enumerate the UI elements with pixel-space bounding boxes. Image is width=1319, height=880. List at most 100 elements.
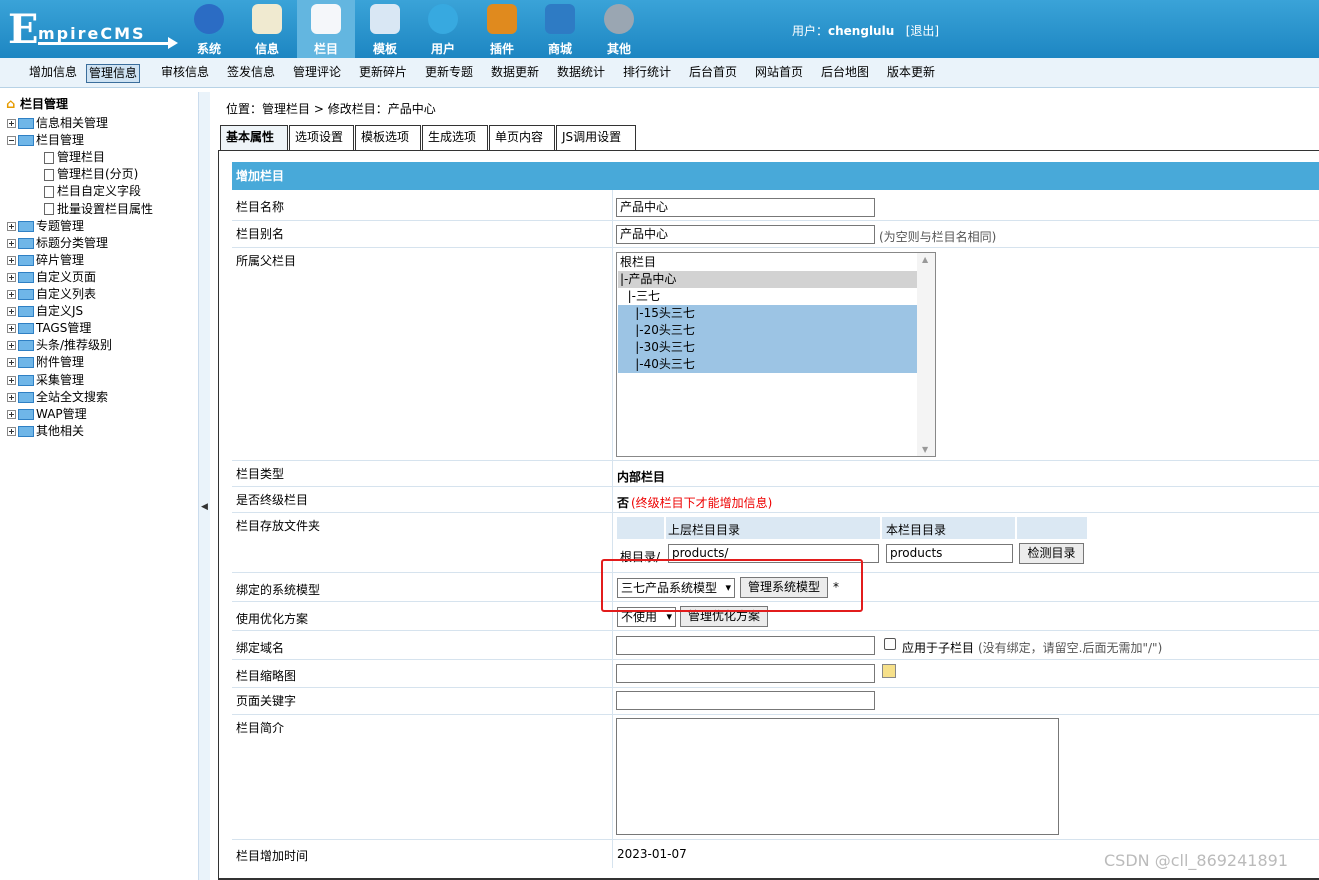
scroll-down-icon[interactable]: ▼: [922, 445, 928, 454]
parent-option-1[interactable]: |-产品中心: [618, 271, 918, 288]
window-icon: [370, 4, 400, 34]
user-prefix: 用户：: [792, 24, 829, 38]
sidebar-item-9[interactable]: 自定义页面: [7, 269, 96, 285]
thumbnail-input[interactable]: [616, 664, 875, 683]
expand-icon[interactable]: [7, 307, 16, 317]
select-image-icon[interactable]: [882, 664, 896, 678]
sidebar-item-6[interactable]: 专题管理: [7, 218, 84, 234]
sidebar-item-1[interactable]: 栏目管理: [7, 132, 84, 148]
parent-option-4[interactable]: |-20头三七: [618, 322, 918, 339]
tree-root[interactable]: ⌂ 栏目管理: [6, 96, 68, 112]
tab-4[interactable]: 单页内容: [489, 125, 555, 150]
expand-icon[interactable]: [7, 358, 16, 368]
parent-option-5[interactable]: |-30头三七: [618, 339, 918, 356]
tab-3[interactable]: 生成选项: [422, 125, 488, 150]
parent-option-2[interactable]: |-三七: [618, 288, 918, 305]
sidebar-item-label: 自定义页面: [36, 269, 97, 284]
nav-button-2[interactable]: 栏目: [297, 0, 355, 58]
tab-0[interactable]: 基本属性: [220, 125, 288, 151]
sidebar-item-10[interactable]: 自定义列表: [7, 286, 96, 302]
subnav-item-6[interactable]: 更新专题: [423, 64, 475, 83]
parent-option-0[interactable]: 根栏目: [618, 254, 918, 271]
expand-icon[interactable]: [7, 375, 16, 385]
nav-label: 用户: [430, 42, 455, 56]
sidebar-item-0[interactable]: 信息相关管理: [7, 115, 108, 131]
sidebar-splitter[interactable]: ◀: [198, 92, 210, 880]
expand-icon[interactable]: [7, 221, 16, 231]
nav-button-1[interactable]: 信息: [238, 0, 296, 58]
tools-icon: [487, 4, 517, 34]
expand-icon[interactable]: [7, 272, 16, 282]
tab-5[interactable]: JS调用设置: [556, 125, 636, 150]
final-hint: (终级栏目下才能增加信息): [631, 496, 773, 510]
nav-button-7[interactable]: 其他: [590, 0, 648, 58]
subnav-item-1[interactable]: 管理信息: [86, 64, 141, 83]
page-icon: [44, 185, 54, 198]
subnav-item-9[interactable]: 排行统计: [621, 64, 673, 83]
tab-2[interactable]: 模板选项: [355, 125, 421, 150]
expand-icon[interactable]: [7, 341, 16, 351]
category-alias-input[interactable]: 产品中心: [616, 225, 875, 244]
sidebar-item-3[interactable]: 管理栏目(分页): [44, 166, 138, 182]
subnav-item-0[interactable]: 增加信息: [27, 64, 79, 83]
sidebar-item-8[interactable]: 碎片管理: [7, 252, 84, 268]
collapse-arrow-icon[interactable]: ◀: [201, 502, 208, 512]
sidebar-item-7[interactable]: 标题分类管理: [7, 235, 108, 251]
subnav-item-13[interactable]: 版本更新: [885, 64, 937, 83]
keywords-input[interactable]: [616, 691, 875, 710]
sidebar-item-13[interactable]: 头条/推荐级别: [7, 337, 112, 353]
expand-icon[interactable]: [7, 392, 16, 402]
subnav-item-5[interactable]: 更新碎片: [357, 64, 409, 83]
self-folder-input[interactable]: products: [886, 544, 1013, 563]
listbox-scrollbar[interactable]: ▲ ▼: [917, 253, 935, 456]
collapse-icon[interactable]: [7, 136, 16, 146]
sidebar-item-5[interactable]: 批量设置栏目属性: [44, 201, 153, 217]
sidebar-item-17[interactable]: WAP管理: [7, 406, 87, 422]
subnav-item-7[interactable]: 数据更新: [489, 64, 541, 83]
subnav-item-2[interactable]: 审核信息: [159, 64, 211, 83]
alias-label: 栏目别名: [236, 227, 285, 241]
nav-button-5[interactable]: 插件: [473, 0, 531, 58]
category-name-input[interactable]: 产品中心: [616, 198, 875, 217]
subnav-item-3[interactable]: 签发信息: [225, 64, 277, 83]
sidebar-item-11[interactable]: 自定义JS: [7, 303, 83, 319]
expand-icon[interactable]: [7, 324, 16, 334]
parent-option-6[interactable]: |-40头三七: [618, 356, 918, 373]
sidebar-tree: ⌂ 栏目管理 信息相关管理 栏目管理 管理栏目 管理栏目(分页) 栏目自定义字段 批量设置栏…: [0, 92, 198, 880]
sidebar-item-2[interactable]: 管理栏目: [44, 149, 105, 165]
nav-button-0[interactable]: 系统: [180, 0, 238, 58]
check-folder-button[interactable]: 检测目录: [1019, 543, 1084, 564]
home-icon: ⌂: [6, 97, 16, 112]
subnav-item-11[interactable]: 网站首页: [753, 64, 805, 83]
scroll-up-icon[interactable]: ▲: [922, 255, 928, 264]
sidebar-item-14[interactable]: 附件管理: [7, 354, 84, 370]
expand-icon[interactable]: [7, 255, 16, 265]
tab-1[interactable]: 选项设置: [289, 125, 354, 150]
sidebar-item-15[interactable]: 采集管理: [7, 372, 84, 388]
sidebar-item-18[interactable]: 其他相关: [7, 423, 84, 439]
logout-link[interactable]: [退出]: [906, 24, 939, 38]
subnav-item-12[interactable]: 后台地图: [819, 64, 871, 83]
sidebar-item-16[interactable]: 全站全文搜索: [7, 389, 108, 405]
expand-icon[interactable]: [7, 409, 16, 419]
breadcrumb-link[interactable]: 管理栏目: [262, 102, 310, 116]
sidebar-item-12[interactable]: TAGS管理: [7, 320, 91, 336]
nav-button-3[interactable]: 模板: [356, 0, 414, 58]
apply-subcategory-checkbox[interactable]: [884, 638, 896, 650]
intro-textarea[interactable]: [616, 718, 1059, 835]
parent-option-3[interactable]: |-15头三七: [618, 305, 918, 322]
expand-icon[interactable]: [7, 290, 16, 299]
subnav-item-4[interactable]: 管理评论: [291, 64, 343, 83]
folder-header-divider: [1015, 517, 1017, 539]
subnav-item-8[interactable]: 数据统计: [555, 64, 607, 83]
expand-icon[interactable]: [7, 119, 16, 128]
expand-icon[interactable]: [7, 426, 16, 436]
nav-button-4[interactable]: 用户: [414, 0, 472, 58]
parent-category-listbox[interactable]: 根栏目 |-产品中心 |-三七 |-15头三七 |-20头三七 |-30头三七 |…: [616, 252, 936, 457]
parent-label: 所属父栏目: [236, 254, 297, 268]
domain-input[interactable]: [616, 636, 875, 655]
subnav-item-10[interactable]: 后台首页: [687, 64, 739, 83]
expand-icon[interactable]: [7, 238, 16, 248]
sidebar-item-4[interactable]: 栏目自定义字段: [44, 183, 141, 199]
nav-button-6[interactable]: 商城: [531, 0, 589, 58]
